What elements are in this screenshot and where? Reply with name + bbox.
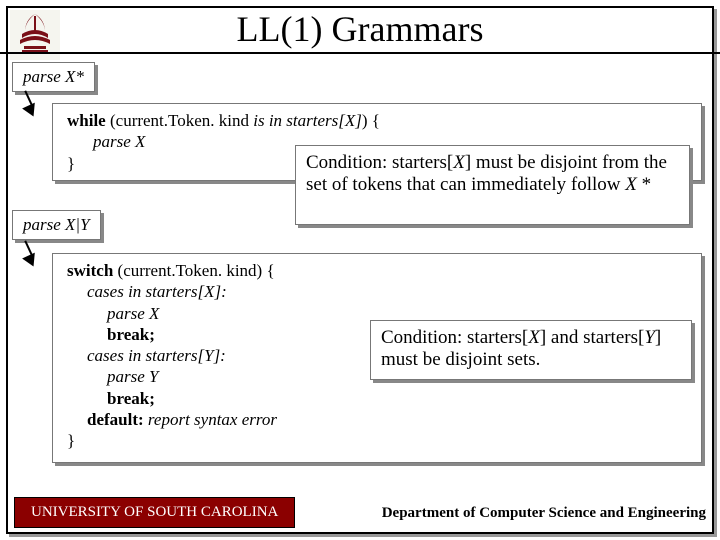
code2-line4: break;	[107, 325, 155, 344]
note-box-1: Condition: starters[X] must be disjoint …	[295, 145, 690, 225]
label-parse-x-or-y: parse X|Y	[12, 210, 101, 240]
slide: LL(1) Grammars parse X* while (current.T…	[0, 0, 720, 540]
n2t1: Condition: starters[	[381, 327, 528, 348]
n1t1: Condition: starters[	[306, 152, 453, 173]
kw-while: while	[67, 111, 106, 130]
code2-line2: cases in starters[X]:	[67, 281, 687, 302]
label2-text: parse X|Y	[23, 215, 90, 234]
n2t4: Y	[644, 327, 655, 348]
c2-txt1: (current.Token. kind) {	[113, 261, 274, 280]
c2-err: report syntax error	[144, 410, 277, 429]
slide-title: LL(1) Grammars	[0, 8, 720, 54]
code2-line8: default: report syntax error	[67, 409, 687, 430]
kw-switch: switch	[67, 261, 113, 280]
code2-line7: break;	[107, 389, 155, 408]
code2-line9: }	[67, 430, 687, 451]
c1-txt2: ) {	[362, 111, 380, 130]
footer-department: Department of Computer Science and Engin…	[382, 499, 706, 528]
n2t2: X	[528, 327, 540, 348]
label1-text: parse X*	[23, 67, 84, 86]
note-box-2: Condition: starters[X] and starters[Y] m…	[370, 320, 692, 380]
c1-txt1: (current.Token. kind	[106, 111, 254, 130]
n1t4: X	[625, 174, 641, 195]
n2t3: ] and starters[	[540, 327, 644, 348]
footer-university: UNIVERSITY OF SOUTH CAROLINA	[14, 497, 295, 528]
code2-line1: switch (current.Token. kind) {	[67, 260, 687, 281]
n1t5: *	[642, 174, 652, 195]
n1t2: X	[453, 152, 465, 173]
label-parse-x-star: parse X*	[12, 62, 95, 92]
kw-default: default:	[87, 410, 144, 429]
code1-line1: while (current.Token. kind is in starter…	[67, 110, 687, 131]
c1-ital: is in starters[X]	[253, 111, 362, 130]
